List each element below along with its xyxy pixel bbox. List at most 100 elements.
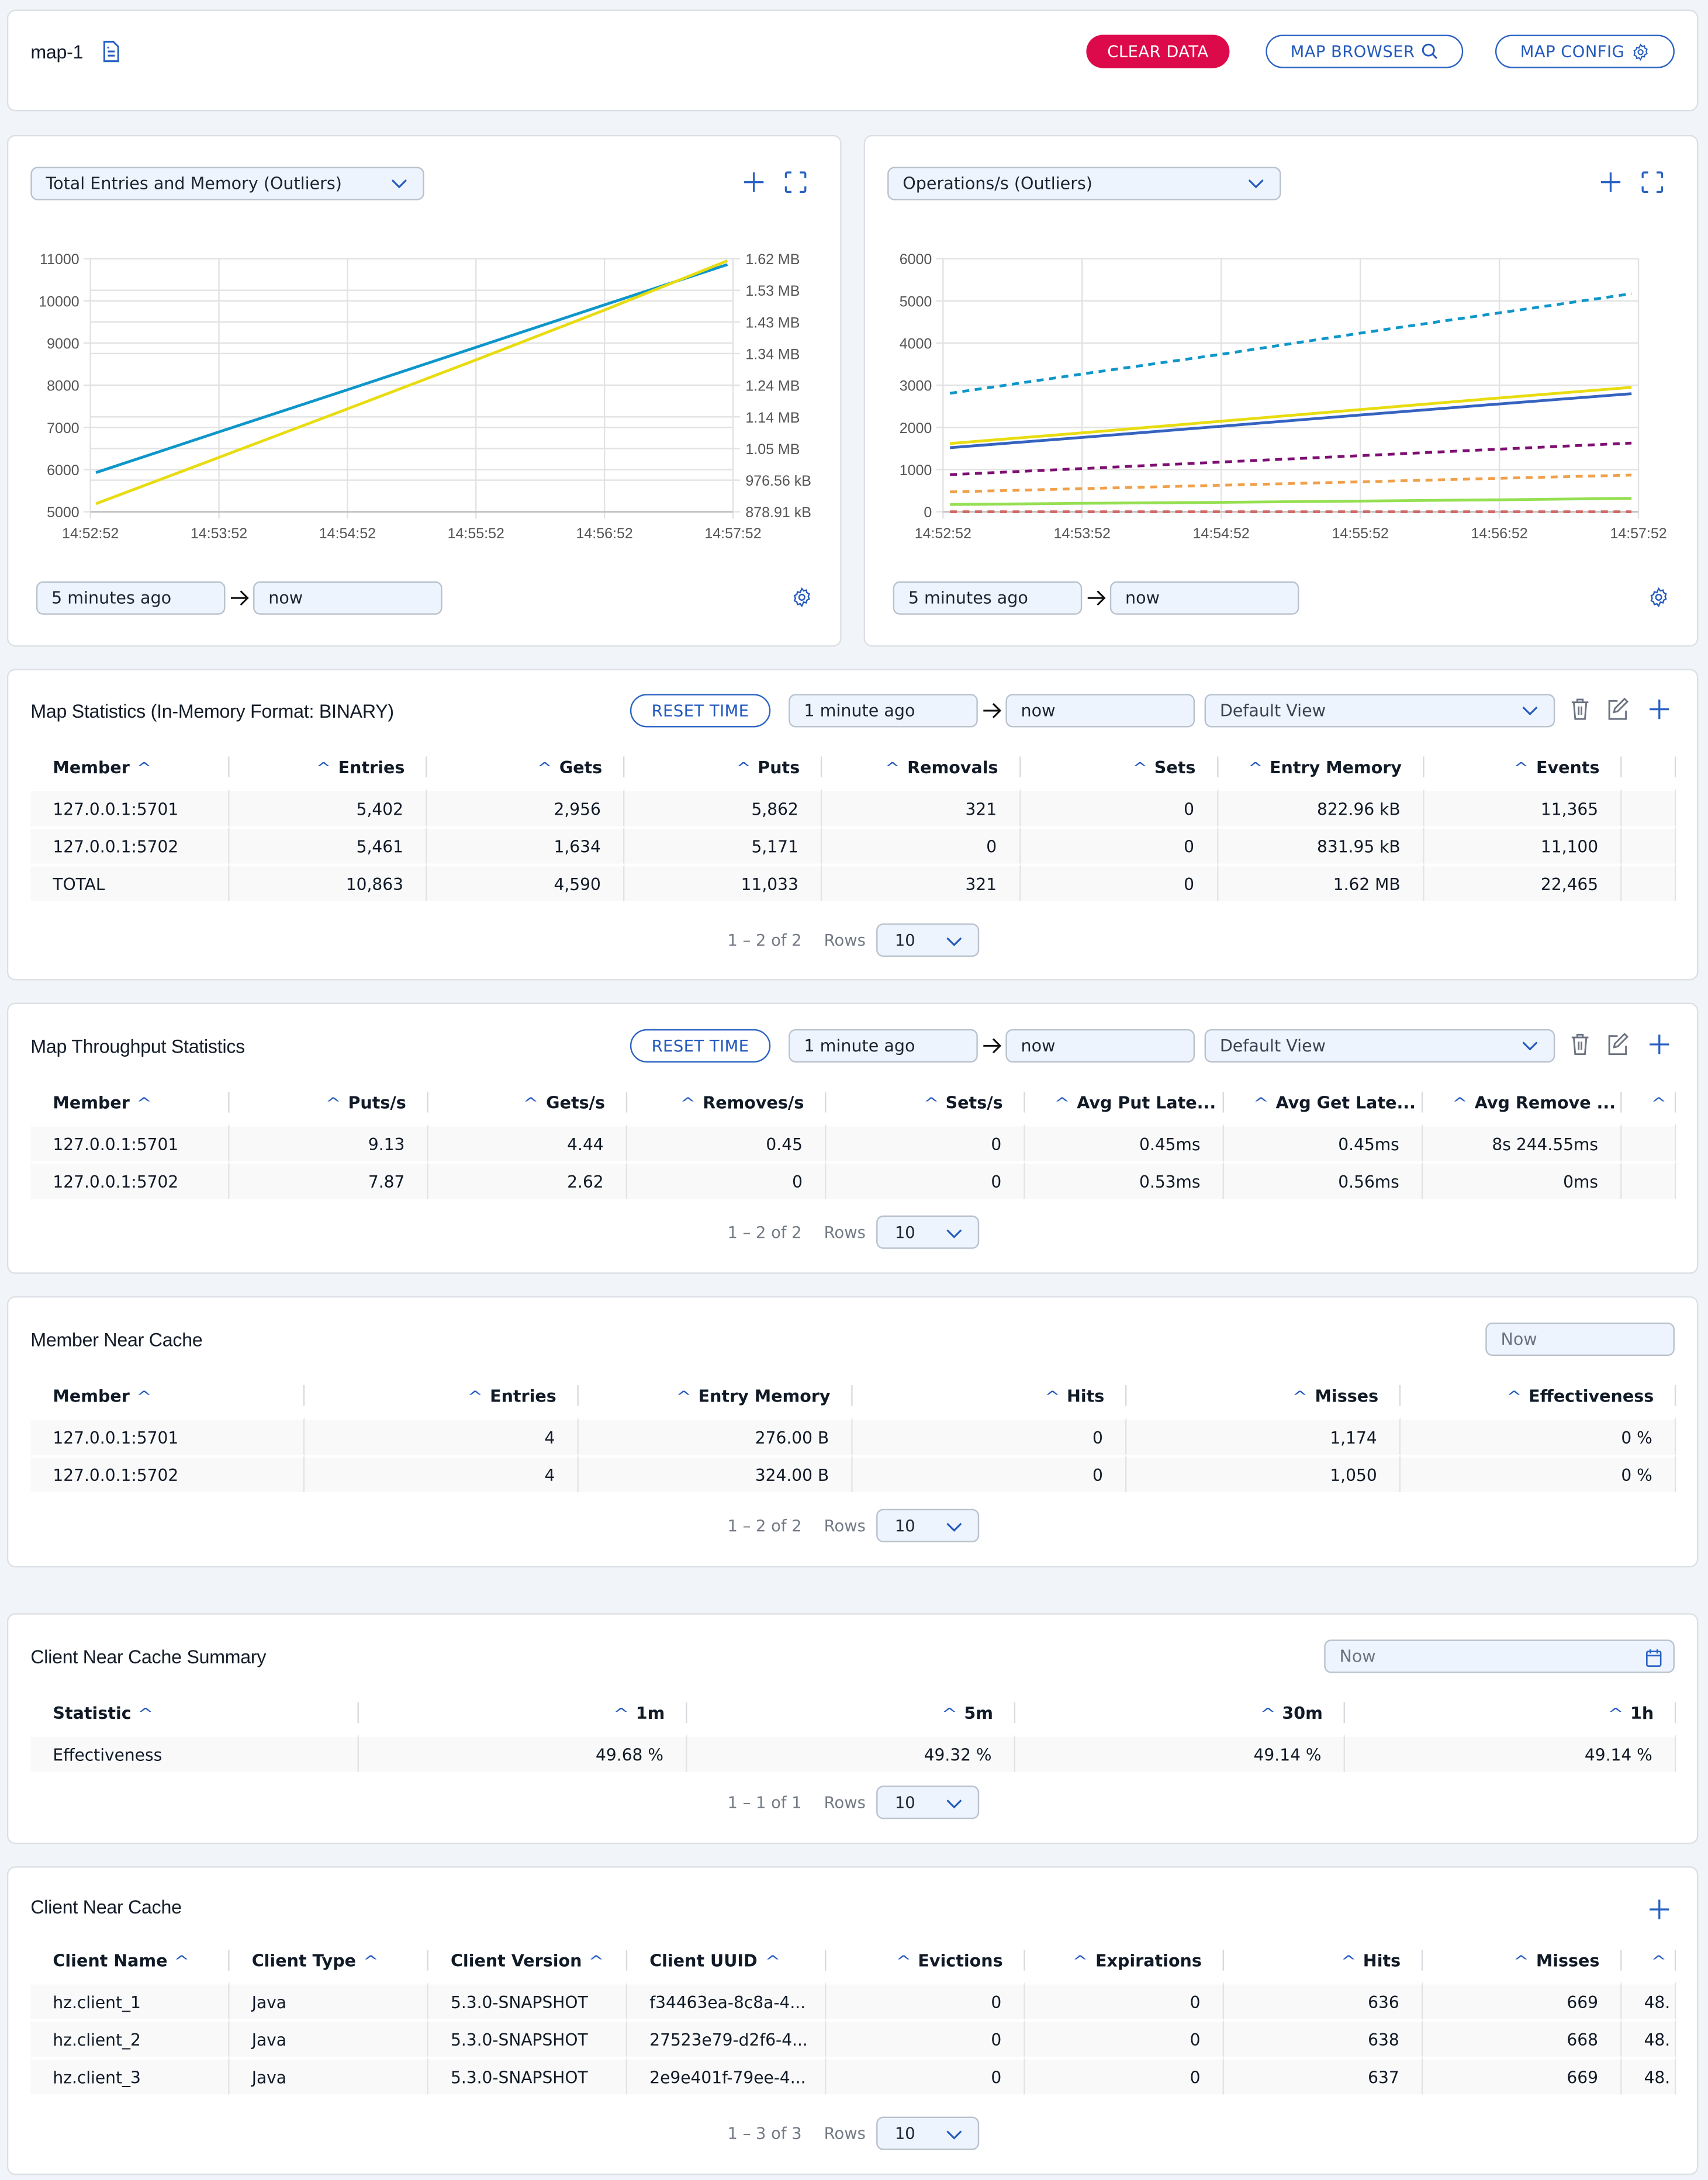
x-tick-label: 14:55:52 bbox=[1332, 525, 1389, 542]
column-header[interactable]: Client Version ^ bbox=[428, 1940, 628, 1981]
column-header[interactable]: ^ Puts/s bbox=[230, 1082, 428, 1123]
column-header[interactable]: ^ Misses bbox=[1423, 1940, 1622, 1981]
column-header[interactable]: ^ Removals bbox=[822, 747, 1020, 788]
table-cell: 127.0.0.1:5701 bbox=[30, 788, 229, 826]
column-header-label: Client Type bbox=[251, 1951, 357, 1971]
column-header[interactable]: ^ Hits bbox=[853, 1375, 1127, 1417]
table-row[interactable]: 127.0.0.1:5701 5,402 2,956 5,862 321 0 822.96 … bbox=[30, 788, 1676, 826]
add-icon[interactable] bbox=[1647, 1032, 1672, 1057]
column-header[interactable]: ^ 5m bbox=[687, 1693, 1016, 1734]
rows-label: Rows bbox=[824, 1793, 866, 1812]
rows-per-page-select[interactable]: 10 bbox=[876, 1215, 980, 1249]
table-row[interactable]: 127.0.0.1:5701 4 276.00 B 0 1,174 0 % bbox=[30, 1417, 1676, 1455]
view-select[interactable]: Default View bbox=[1204, 1029, 1555, 1063]
table-row[interactable]: hz.client_1 Java 5.3.0-SNAPSHOT f34463ea-8c… bbox=[30, 1981, 1676, 2020]
reset-time-button[interactable]: RESET TIME bbox=[630, 694, 771, 728]
time-input[interactable]: Now bbox=[1485, 1322, 1675, 1357]
add-icon[interactable] bbox=[1598, 169, 1623, 195]
column-header[interactable]: ^ Sets bbox=[1021, 747, 1218, 788]
column-header-label: 5m bbox=[964, 1703, 993, 1724]
trash-icon[interactable] bbox=[1568, 1032, 1593, 1057]
document-icon[interactable] bbox=[103, 40, 122, 63]
calendar-icon[interactable] bbox=[1645, 1648, 1662, 1667]
fullscreen-icon[interactable] bbox=[783, 169, 808, 195]
column-header[interactable]: ^ Effectiveness bbox=[1401, 1375, 1676, 1417]
column-header[interactable]: ^ Hits bbox=[1224, 1940, 1423, 1981]
column-header[interactable]: ^ Entries bbox=[305, 1375, 579, 1417]
time-from-input[interactable]: 5 minutes ago bbox=[36, 581, 226, 615]
table-row[interactable]: TOTAL 10,863 4,590 11,033 321 0 1.62 MB 22,465 bbox=[30, 863, 1676, 901]
view-select-value: Default View bbox=[1219, 701, 1326, 721]
column-header[interactable]: ^ Avg Remove ... bbox=[1423, 1082, 1622, 1123]
time-to-input[interactable]: now bbox=[1005, 1029, 1195, 1063]
column-header[interactable]: ^ 1m bbox=[359, 1693, 687, 1734]
map-browser-button[interactable]: MAP BROWSER bbox=[1266, 34, 1464, 68]
view-select[interactable]: Default View bbox=[1204, 694, 1555, 728]
column-header[interactable]: Client UUID ^ bbox=[627, 1940, 827, 1981]
time-to-input[interactable]: now bbox=[253, 581, 442, 615]
time-to-input[interactable]: now bbox=[1109, 581, 1299, 615]
column-header[interactable]: ^ Entry Memory bbox=[1218, 747, 1425, 788]
table-cell: 276.00 B bbox=[578, 1417, 853, 1455]
table-row[interactable]: Effectiveness 49.68 % 49.32 % 49.14 % 49.14 … bbox=[30, 1734, 1676, 1772]
clear-data-button[interactable]: CLEAR DATA bbox=[1086, 34, 1230, 68]
column-header[interactable]: ^ 1h bbox=[1345, 1693, 1676, 1734]
table-row[interactable]: 127.0.0.1:5701 9.13 4.44 0.45 0 0.45ms 0.45ms 8… bbox=[30, 1123, 1676, 1161]
column-header[interactable]: ^ Evictions bbox=[826, 1940, 1025, 1981]
column-header[interactable]: ^ Avg Get Late... bbox=[1224, 1082, 1423, 1123]
table-row[interactable]: hz.client_2 Java 5.3.0-SNAPSHOT 27523e79-d2… bbox=[30, 2019, 1676, 2057]
column-header[interactable]: ^ bbox=[1621, 1940, 1676, 1981]
settings-gear-icon[interactable] bbox=[791, 587, 812, 608]
map-config-button[interactable]: MAP CONFIG bbox=[1495, 34, 1675, 68]
time-from-input[interactable]: 1 minute ago bbox=[789, 694, 978, 728]
fullscreen-icon[interactable] bbox=[1640, 169, 1665, 195]
column-header[interactable]: ^ Entries bbox=[229, 747, 428, 788]
table-row[interactable]: 127.0.0.1:5702 7.87 2.62 0 0 0.53ms 0.56ms 0ms bbox=[30, 1161, 1676, 1199]
rows-per-page-select[interactable]: 10 bbox=[876, 1785, 980, 1819]
column-header[interactable]: ^ Misses bbox=[1126, 1375, 1401, 1417]
edit-icon[interactable] bbox=[1605, 697, 1630, 722]
rows-per-page-select[interactable]: 10 bbox=[876, 923, 980, 957]
rows-per-page-select[interactable]: 10 bbox=[876, 2116, 980, 2150]
add-icon[interactable] bbox=[1647, 697, 1672, 722]
add-icon[interactable] bbox=[1647, 1897, 1672, 1922]
chart-metric-select[interactable]: Total Entries and Memory (Outliers) bbox=[30, 167, 424, 200]
trash-icon[interactable] bbox=[1568, 697, 1593, 722]
chart-metric-select[interactable]: Operations/s (Outliers) bbox=[887, 167, 1281, 200]
x-tick-label: 14:56:52 bbox=[1471, 525, 1527, 542]
column-header[interactable]: ^ Expirations bbox=[1025, 1940, 1224, 1981]
rows-per-page-select[interactable]: 10 bbox=[876, 1508, 980, 1542]
table-row[interactable]: 127.0.0.1:5702 5,461 1,634 5,171 0 0 831.95 kB… bbox=[30, 826, 1676, 864]
column-header[interactable]: Member ^ bbox=[30, 1375, 305, 1417]
column-header[interactable]: Member ^ bbox=[30, 1082, 230, 1123]
column-header[interactable]: ^ Removes/s bbox=[627, 1082, 827, 1123]
column-header[interactable]: ^ Entry Memory bbox=[579, 1375, 853, 1417]
table-row[interactable]: 127.0.0.1:5702 4 324.00 B 0 1,050 0 % bbox=[30, 1454, 1676, 1493]
column-header[interactable]: ^ Gets/s bbox=[428, 1082, 628, 1123]
map-name: map-1 bbox=[30, 41, 84, 63]
time-from-input[interactable]: 5 minutes ago bbox=[893, 581, 1083, 615]
column-header[interactable]: Statistic ^ bbox=[30, 1693, 359, 1734]
pagination: 1 – 3 of 3 Rows 10 bbox=[727, 2116, 980, 2150]
column-header[interactable]: ^ Events bbox=[1424, 747, 1623, 788]
column-header[interactable]: ^ Sets/s bbox=[826, 1082, 1025, 1123]
column-header[interactable]: ^ Avg Put Late... bbox=[1025, 1082, 1224, 1123]
edit-icon[interactable] bbox=[1605, 1032, 1630, 1057]
add-icon[interactable] bbox=[741, 169, 766, 195]
column-header[interactable]: Client Type ^ bbox=[230, 1940, 428, 1981]
reset-time-button[interactable]: RESET TIME bbox=[630, 1029, 771, 1063]
settings-gear-icon[interactable] bbox=[1648, 587, 1669, 608]
column-header[interactable]: ^ Puts bbox=[624, 747, 822, 788]
table-body: 127.0.0.1:5701 5,402 2,956 5,862 321 0 822.96 … bbox=[30, 788, 1676, 901]
table-cell: 5,461 bbox=[229, 826, 427, 864]
time-to-input[interactable]: now bbox=[1005, 694, 1195, 728]
time-from-input[interactable]: 1 minute ago bbox=[789, 1029, 978, 1063]
time-input[interactable]: Now bbox=[1324, 1639, 1675, 1673]
column-header[interactable]: ^ bbox=[1621, 1082, 1676, 1123]
y-tick-label: 6000 bbox=[47, 462, 79, 479]
column-header[interactable]: ^ Gets bbox=[427, 747, 625, 788]
column-header[interactable]: Member ^ bbox=[30, 747, 229, 788]
column-header[interactable]: ^ 30m bbox=[1015, 1693, 1345, 1734]
column-header[interactable]: Client Name ^ bbox=[30, 1940, 230, 1981]
table-row[interactable]: hz.client_3 Java 5.3.0-SNAPSHOT 2e9e401f-79… bbox=[30, 2057, 1676, 2095]
